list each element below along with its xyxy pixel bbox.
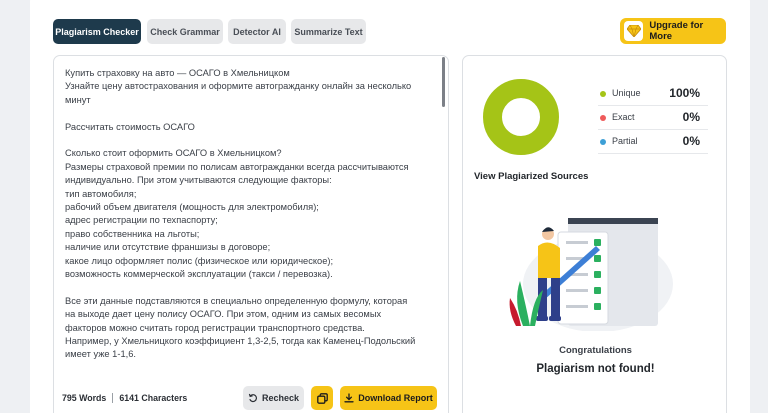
download-report-button[interactable]: Download Report (340, 386, 437, 410)
editor-line: адрес регистрации по техпаспорту; (65, 215, 218, 226)
legend-unique: Unique 100% (598, 84, 708, 106)
editor-line: индивидуально. При этом учитываются след… (65, 175, 332, 186)
editor-line (65, 281, 437, 294)
editor-line: Купить страховку на авто — ОСАГО в Хмель… (65, 68, 290, 78)
editor-line: возможность коммерческой эксплуатации (т… (65, 269, 333, 280)
editor-line: Сколько стоит оформить ОСАГО в Хмельницк… (65, 148, 282, 159)
view-sources-link[interactable]: View Plagiarized Sources (474, 171, 588, 182)
editor-footer: 795 Words 6141 Characters Recheck Downlo… (54, 378, 448, 413)
editor-scrollbar[interactable] (442, 57, 445, 107)
unique-percent: 100% (669, 86, 700, 100)
tab-check-grammar[interactable]: Check Grammar (147, 19, 223, 44)
character-count: 6141 Characters (119, 393, 188, 403)
download-icon (344, 393, 354, 403)
editor-line (65, 134, 437, 147)
editor-line: Например, у Хмельницкого коэффициент 1,3… (65, 336, 416, 347)
editor-line: на выходе дает цену полису ОСАГО. При эт… (65, 309, 382, 320)
legend-exact: Exact 0% (598, 108, 708, 130)
editor-line: факторов можно считать город регистрации… (65, 322, 365, 333)
unique-dot (600, 91, 606, 97)
tab-summarize-text[interactable]: Summarize Text (291, 19, 366, 44)
partial-percent: 0% (682, 134, 700, 148)
copy-button[interactable] (311, 386, 333, 410)
uniqueness-donut (483, 79, 559, 155)
congrats-title: Congratulations (559, 345, 632, 356)
text-stats: 795 Words 6141 Characters (62, 393, 187, 403)
editor-line: рабочий объем двигателя (мощность для эл… (65, 202, 319, 213)
legend-divider (598, 153, 708, 154)
upgrade-label: Upgrade for More (649, 20, 704, 42)
editor-line: Рассчитать стоимость ОСАГО (65, 121, 195, 132)
word-count: 795 Words (62, 393, 107, 403)
editor-line: Узнайте цену автострахования и оформите … (65, 81, 412, 92)
editor-line: тип автомобиля; (65, 188, 137, 199)
checklist-illustration (509, 218, 673, 331)
tab-detector-ai[interactable]: Detector AI (228, 19, 286, 44)
refresh-icon (248, 393, 257, 403)
recheck-label: Recheck (261, 393, 300, 403)
editor-line: какое лицо оформляет полис (физическое и… (65, 255, 334, 266)
diamond-icon (624, 21, 644, 41)
editor-line (65, 107, 437, 120)
download-label: Download Report (358, 393, 433, 403)
editor-line: Все эти данные подставляются в специальн… (65, 295, 408, 306)
editor-line: право собственника на льготы; (65, 228, 200, 239)
results-panel: Unique 100% Exact 0% Partial 0% View Pla… (462, 55, 727, 413)
tab-plagiarism-checker[interactable]: Plagiarism Checker (53, 19, 141, 44)
text-editor[interactable]: Купить страховку на авто — ОСАГО в Хмель… (53, 55, 449, 413)
copy-icon (316, 392, 328, 404)
legend-divider (598, 105, 708, 106)
upgrade-button[interactable]: Upgrade for More (620, 18, 726, 44)
donut-unique-arc (483, 79, 559, 155)
partial-dot (600, 139, 606, 145)
congrats-message: Plagiarism not found! (536, 363, 655, 375)
recheck-button[interactable]: Recheck (243, 386, 304, 410)
stats-divider (112, 393, 114, 403)
editor-line: Размеры страховой премии по полисам авто… (65, 161, 409, 172)
exact-label: Exact (612, 112, 635, 122)
exact-percent: 0% (682, 110, 700, 124)
editor-line: минут (65, 94, 91, 105)
editor-line: имеет уже 1-1,6. (65, 349, 136, 360)
exact-dot (600, 115, 606, 121)
editor-content[interactable]: Купить страховку на авто — ОСАГО в Хмель… (65, 67, 437, 362)
legend-partial: Partial 0% (598, 132, 708, 154)
partial-label: Partial (612, 136, 638, 146)
editor-line: наличие или отсутствие франшизы в догово… (65, 242, 271, 253)
unique-label: Unique (612, 88, 641, 98)
legend-divider (598, 129, 708, 130)
